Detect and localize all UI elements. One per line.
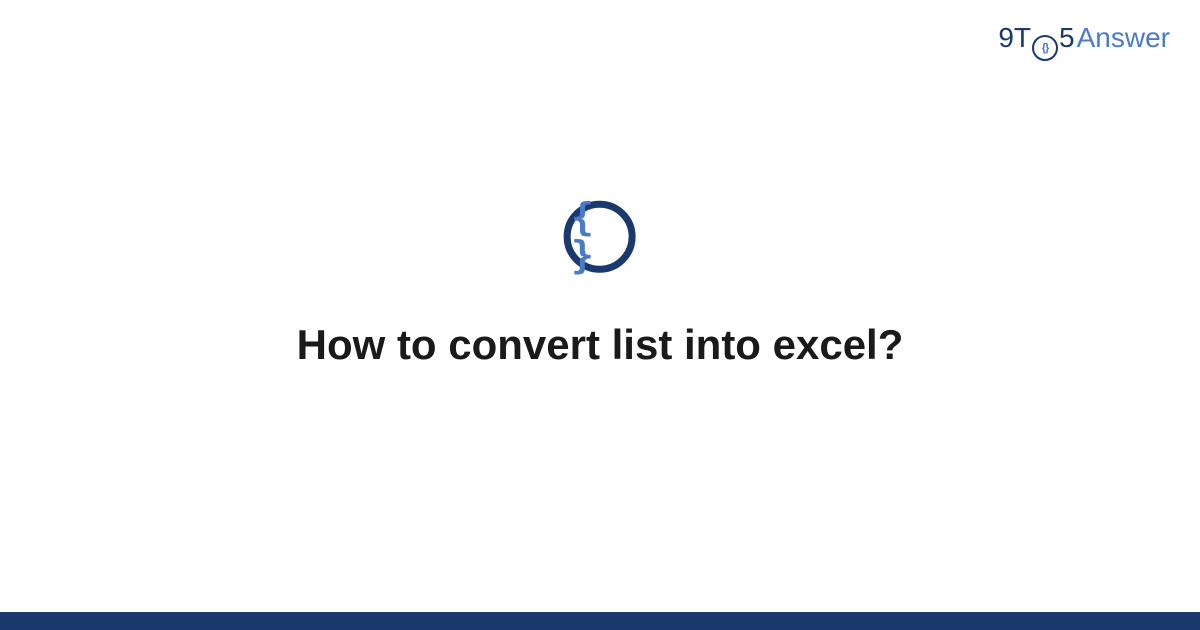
question-title: How to convert list into excel?	[297, 321, 904, 369]
logo-text-5: 5	[1059, 22, 1075, 54]
logo-text-answer: Answer	[1077, 22, 1170, 54]
braces-icon: {}	[1042, 42, 1049, 54]
logo-text-9t: 9T	[998, 22, 1031, 54]
category-icon-circle: { }	[564, 201, 636, 273]
main-content: { } How to convert list into excel?	[297, 201, 904, 369]
footer-bar	[0, 612, 1200, 630]
braces-icon: { }	[571, 198, 629, 274]
logo-o-circle: {}	[1032, 35, 1058, 61]
site-logo: 9T {} 5 Answer	[998, 22, 1170, 57]
